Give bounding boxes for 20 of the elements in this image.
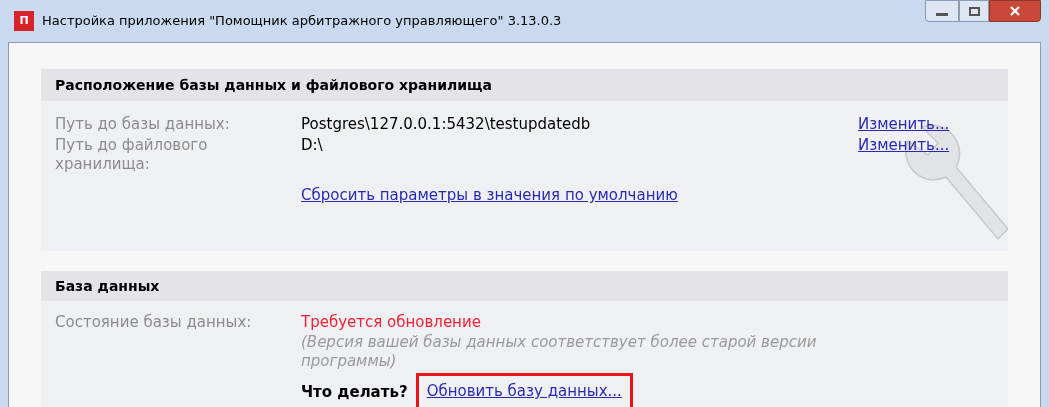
section-header: Расположение базы данных и файлового хранилища: [41, 69, 1008, 101]
close-button[interactable]: [989, 0, 1041, 22]
update-link[interactable]: Обновить базу данных...: [426, 382, 622, 400]
field-value: D:\: [301, 136, 324, 156]
todo-label: Что делать?: [301, 382, 408, 403]
note-text: (Версия вашей базы данных соответствует более старой версии программы): [301, 333, 818, 371]
window-title: Настройка приложения "Помощник арбитражного управляющего" 3.13.0.3: [42, 12, 562, 31]
maximize-button[interactable]: [959, 0, 989, 22]
field-label: Путь до базы данных:: [55, 115, 231, 134]
field-label: Состояние базы данных:: [55, 312, 253, 333]
field-value: Postgres\127.0.0.1:5432\testupdatedb: [301, 115, 592, 134]
change-link[interactable]: Изменить...: [858, 115, 950, 134]
section-header: База данных: [41, 271, 1008, 301]
field-label: Путь до файлового хранилища:: [55, 136, 209, 174]
close-icon: [1010, 6, 1020, 16]
app-icon: П: [14, 11, 34, 31]
status-text: Требуется обновление: [301, 312, 482, 333]
change-link[interactable]: Изменить...: [858, 136, 950, 155]
minimize-button[interactable]: [925, 0, 959, 22]
reset-link[interactable]: Сбросить параметры в значения по умолчанию: [301, 184, 678, 207]
